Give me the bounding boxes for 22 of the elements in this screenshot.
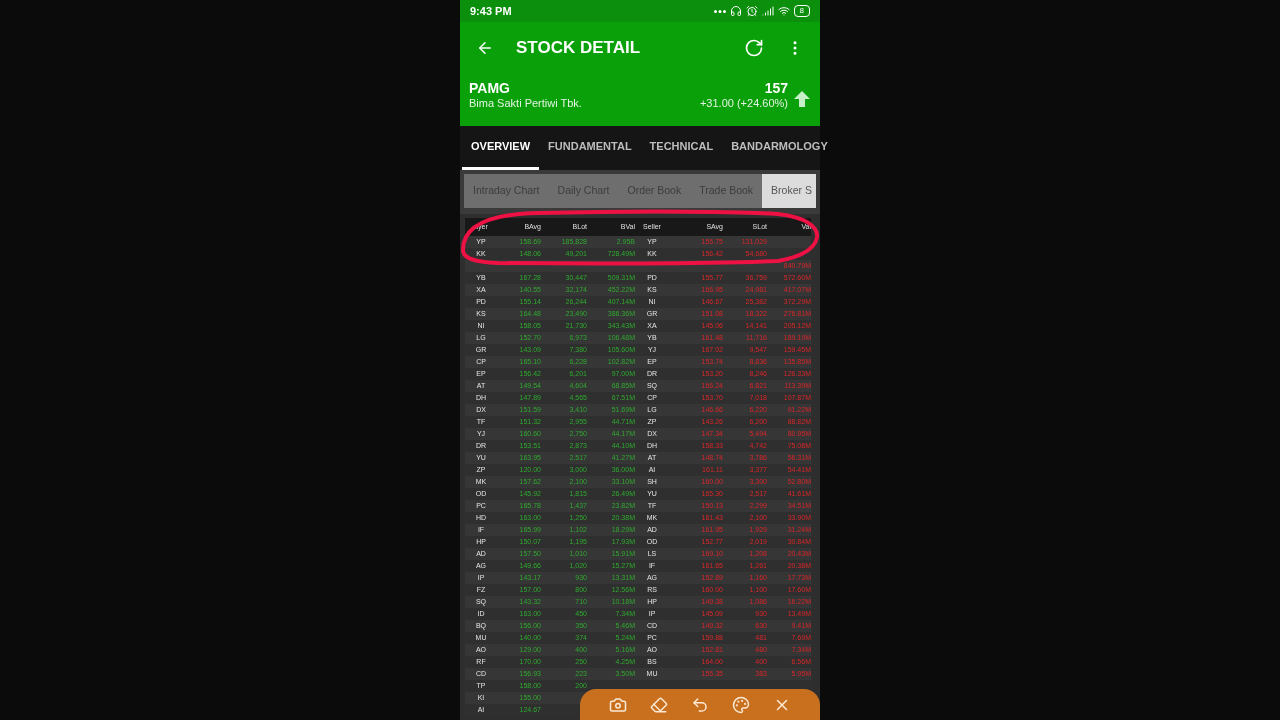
stock-symbol: PAMG <box>469 80 511 96</box>
section-tab[interactable]: FUNDAMENTAL <box>539 126 641 170</box>
battery-indicator: 8 <box>793 5 810 17</box>
wifi-icon <box>777 5 790 17</box>
company-name: Bima Sakti Pertiwi Tbk. <box>469 96 582 111</box>
more-dots-icon <box>713 9 726 13</box>
stock-price: 157 <box>764 80 788 96</box>
headset-icon <box>729 5 742 17</box>
eraser-icon[interactable] <box>650 695 669 714</box>
status-time: 9:43 PM <box>470 3 512 19</box>
page-title: STOCK DETAIL <box>516 37 641 60</box>
up-arrow-icon <box>793 89 811 108</box>
section-tab[interactable]: BANDARMOLOGY <box>722 126 837 170</box>
price-change: +31.00 (+24.60%) <box>699 96 788 111</box>
palette-icon[interactable] <box>731 695 750 714</box>
camera-icon[interactable] <box>609 695 628 714</box>
undo-icon[interactable] <box>691 695 709 714</box>
sub-tab[interactable]: Broker S <box>762 174 816 208</box>
refresh-icon[interactable] <box>744 38 764 58</box>
back-icon[interactable] <box>476 39 494 57</box>
alarm-icon <box>745 5 758 17</box>
section-tab[interactable]: TECHNICAL <box>640 126 723 170</box>
